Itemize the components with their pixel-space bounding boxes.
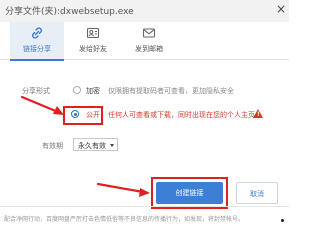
cancel-button[interactable]: 取消 (236, 182, 278, 204)
annotation-arrow-public (20, 95, 60, 114)
footer-divider (0, 206, 289, 207)
annotation-arrow-create (96, 182, 145, 194)
create-link-button[interactable]: 创建链接 (156, 182, 223, 204)
annotation-arrowhead-create (139, 188, 150, 197)
mouse-cursor (281, 219, 284, 222)
footer-notice: 配合净网行动，百度网盘严厉打击色情低俗等不良信息的传播行为，如发现，将封禁帐号。 (4, 216, 245, 223)
